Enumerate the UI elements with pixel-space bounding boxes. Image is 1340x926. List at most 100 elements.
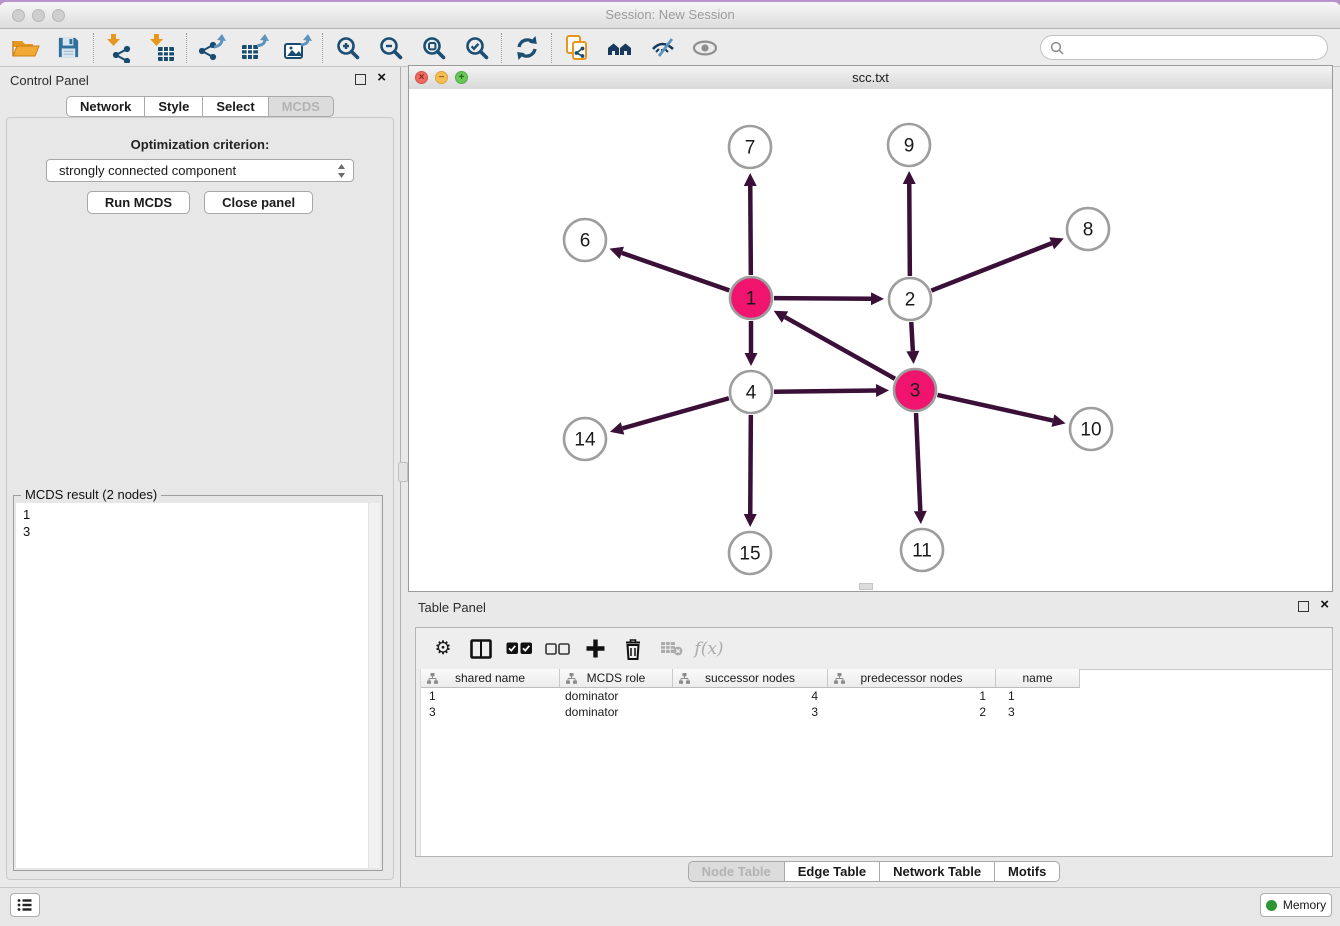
table-cell[interactable]: 4 [673, 689, 828, 703]
close-table-panel-icon[interactable]: × [1320, 596, 1329, 614]
float-table-panel-icon[interactable] [1298, 601, 1309, 612]
network-view-title: scc.txt [409, 66, 1332, 89]
table-tabs: Node Table Edge Table Network Table Moti… [408, 861, 1340, 882]
column-header-predecessor-nodes[interactable]: predecessor nodes [828, 669, 996, 688]
trash-icon [624, 638, 642, 660]
network-hscroll-thumb[interactable] [859, 583, 873, 590]
zoom-selected-icon [464, 35, 489, 60]
column-label: successor nodes [705, 671, 795, 685]
show-all-button[interactable] [684, 31, 727, 65]
search-field[interactable] [1040, 35, 1328, 60]
graph-edge-3-10[interactable] [937, 395, 1052, 421]
splitter-handle[interactable] [398, 462, 408, 482]
float-panel-icon[interactable] [355, 74, 366, 85]
table-cell[interactable]: 1 [828, 689, 996, 703]
table-cell[interactable]: 1 [421, 689, 560, 703]
tab-network-table[interactable]: Network Table [879, 861, 995, 882]
select-all-button[interactable] [500, 632, 538, 666]
zoom-selected-button[interactable] [455, 31, 498, 65]
plus-icon [585, 638, 606, 659]
column-header-successor-nodes[interactable]: successor nodes [673, 669, 828, 688]
tab-mcds[interactable]: MCDS [268, 96, 334, 117]
graph-edge-2-9[interactable] [909, 184, 910, 276]
unselect-all-button[interactable] [538, 632, 576, 666]
function-builder-button[interactable]: f(x) [690, 632, 728, 666]
criterion-dropdown[interactable]: strongly connected component [46, 159, 354, 182]
tab-edge-table[interactable]: Edge Table [784, 861, 880, 882]
table-cell[interactable]: dominator [560, 705, 673, 719]
zoom-out-button[interactable] [369, 31, 412, 65]
network-canvas[interactable]: 1234678910111415 [409, 89, 1332, 591]
import-network-button[interactable] [97, 31, 140, 65]
duplicate-network-button[interactable] [555, 31, 598, 65]
graph-edge-2-8[interactable] [931, 243, 1051, 290]
graph-edge-3-1[interactable] [785, 317, 895, 379]
delete-table-button[interactable] [652, 632, 690, 666]
column-header-mcds-role[interactable]: MCDS role [560, 669, 673, 688]
search-input[interactable] [1069, 39, 1327, 56]
network-graph-svg: 1234678910111415 [409, 89, 1332, 591]
task-history-button[interactable] [10, 893, 40, 917]
table-settings-button[interactable]: ⚙ [424, 632, 462, 666]
table-cell[interactable]: 2 [828, 705, 996, 719]
first-neighbors-button[interactable] [598, 31, 641, 65]
control-panel: Control Panel × Network Style Select MCD… [0, 67, 401, 888]
apply-layout-button[interactable] [505, 31, 548, 65]
graph-edge-2-3[interactable] [911, 322, 913, 351]
node-table-container: ⚙ [415, 627, 1333, 857]
memory-button[interactable]: Memory [1260, 893, 1332, 917]
network-view-titlebar[interactable]: × − + scc.txt [409, 66, 1332, 90]
graph-edge-3-11[interactable] [916, 413, 920, 511]
table-cell[interactable]: 3 [673, 705, 828, 719]
graph-node-label: 4 [746, 383, 757, 404]
application-window: Session: New Session [0, 0, 1340, 926]
save-icon [56, 35, 81, 60]
zoom-fit-button[interactable] [412, 31, 455, 65]
result-scrollbar[interactable] [368, 503, 380, 868]
export-table-button[interactable] [233, 31, 276, 65]
tab-node-table[interactable]: Node Table [688, 861, 785, 882]
graph-node-label: 9 [904, 136, 915, 157]
table-cell[interactable]: dominator [560, 689, 673, 703]
graph-node-label: 10 [1080, 420, 1101, 441]
close-panel-button[interactable]: Close panel [204, 191, 313, 214]
graph-node-label: 6 [580, 231, 591, 252]
mcds-result-area[interactable]: 1 3 [16, 503, 380, 868]
graph-node-label: 3 [910, 381, 921, 402]
zoom-in-button[interactable] [326, 31, 369, 65]
delete-column-button[interactable] [614, 632, 652, 666]
mcds-buttons-row: Run MCDS Close panel [7, 191, 393, 214]
node-table-body: 1dominator4113dominator323 [421, 688, 1332, 856]
mcds-result-title: MCDS result (2 nodes) [21, 487, 161, 502]
toolbar-separator [322, 33, 323, 63]
column-header-name[interactable]: name [996, 669, 1080, 688]
close-panel-icon[interactable]: × [377, 69, 386, 87]
open-session-button[interactable] [4, 31, 47, 65]
tab-style[interactable]: Style [144, 96, 203, 117]
graph-edge-4-14[interactable] [623, 398, 729, 428]
graph-edge-1-6[interactable] [622, 253, 729, 291]
create-column-button[interactable] [576, 632, 614, 666]
show-columns-button[interactable] [462, 632, 500, 666]
export-network-button[interactable] [190, 31, 233, 65]
import-table-button[interactable] [140, 31, 183, 65]
table-row[interactable]: 1dominator411 [421, 688, 1332, 704]
save-session-button[interactable] [47, 31, 90, 65]
export-image-button[interactable] [276, 31, 319, 65]
graph-edge-1-2[interactable] [774, 298, 871, 299]
table-cell[interactable]: 3 [996, 705, 1080, 719]
column-header-shared-name[interactable]: shared name [421, 669, 560, 688]
run-mcds-button[interactable]: Run MCDS [87, 191, 190, 214]
table-cell[interactable]: 3 [421, 705, 560, 719]
tab-select[interactable]: Select [202, 96, 268, 117]
hide-selected-button[interactable] [641, 31, 684, 65]
toolbar-separator [551, 33, 552, 63]
graph-edge-1-7[interactable] [750, 186, 751, 275]
graph-edge-4-15[interactable] [750, 415, 751, 514]
table-cell[interactable]: 1 [996, 689, 1080, 703]
tab-motifs[interactable]: Motifs [994, 861, 1060, 882]
graph-edge-4-3[interactable] [774, 390, 876, 391]
column-label: shared name [455, 671, 525, 685]
table-row[interactable]: 3dominator323 [421, 704, 1332, 720]
tab-network[interactable]: Network [66, 96, 145, 117]
